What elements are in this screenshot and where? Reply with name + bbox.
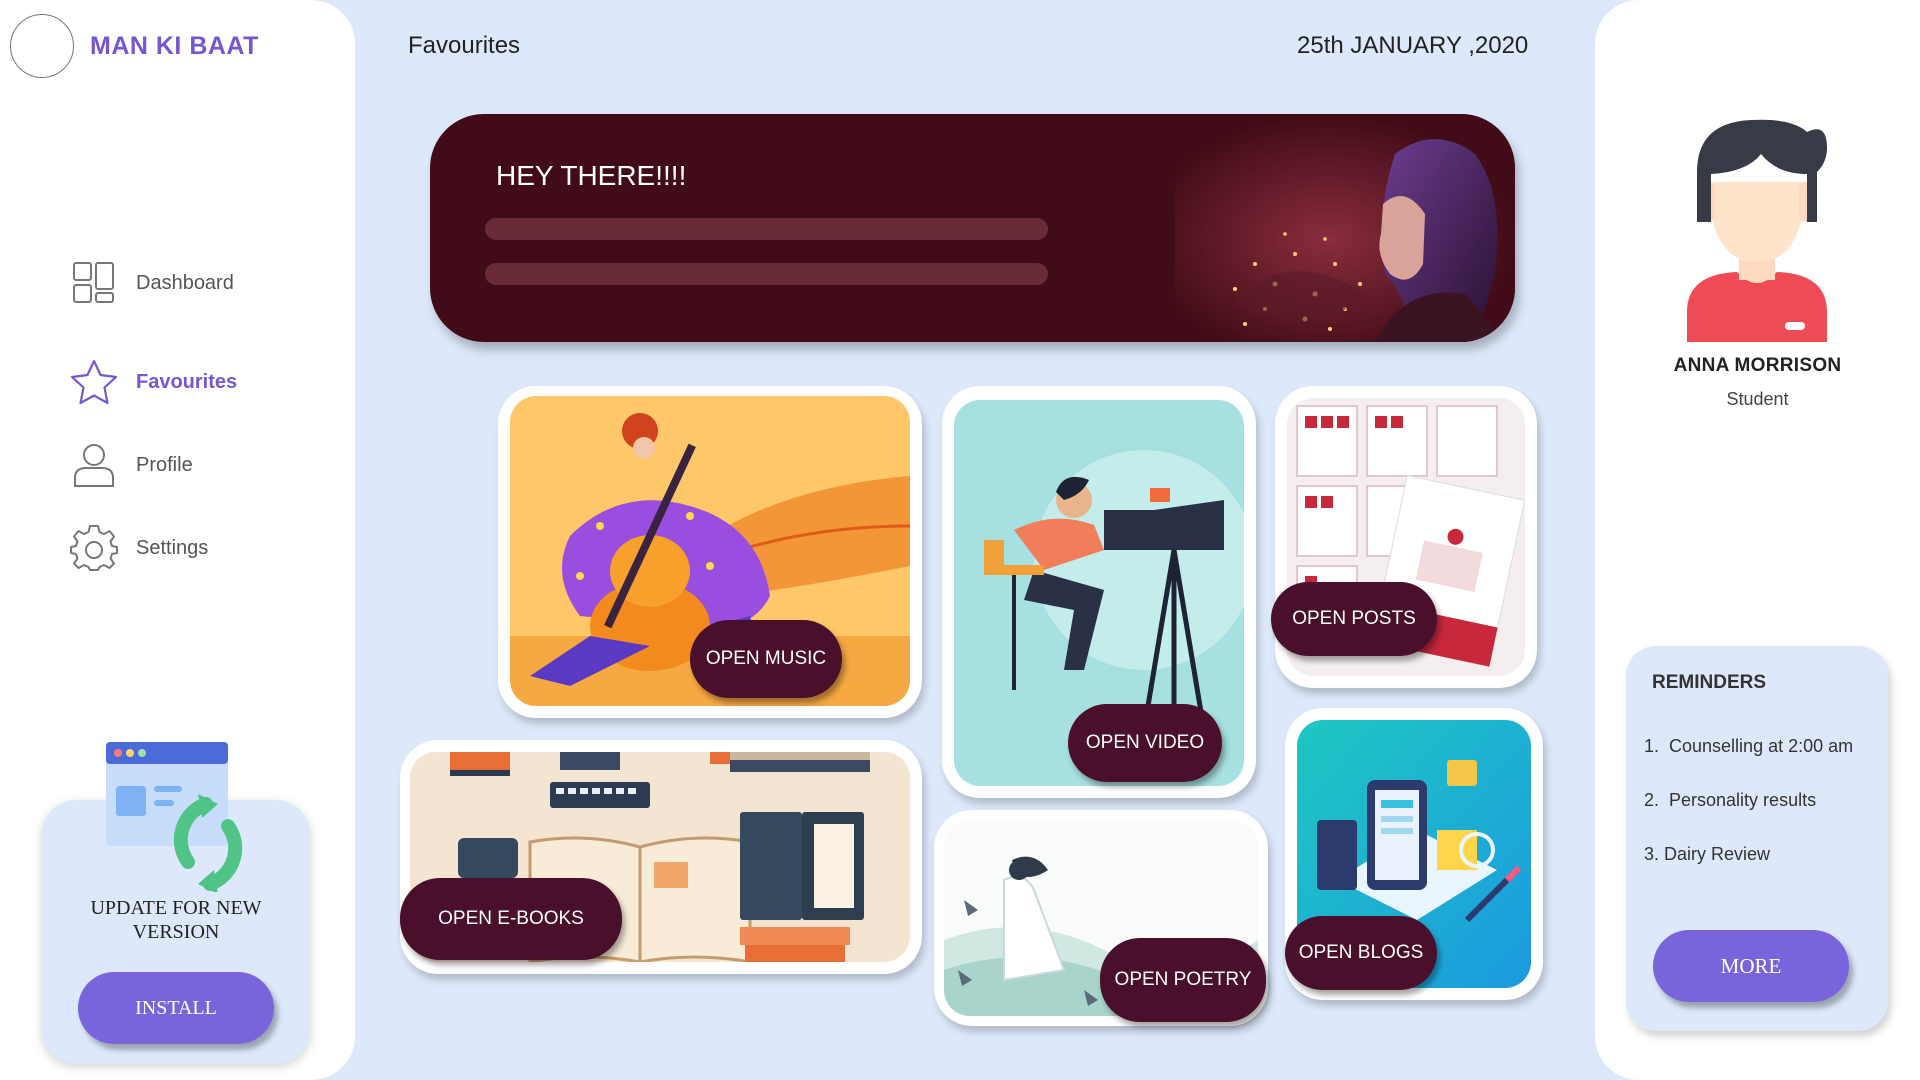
reminders-title: REMINDERS [1652,672,1767,693]
left-sidebar: MAN KI BAAT Dashboard Favourites Profile… [0,0,355,1080]
nav-label-profile: Profile [136,453,193,476]
more-button[interactable]: MORE [1653,930,1849,1002]
right-sidebar: ANNA MORRISON Student REMINDERS 1. Couns… [1595,0,1920,1080]
reminder-number: 1. [1644,736,1670,756]
ebooks-card[interactable]: OPEN E-BOOKS [400,740,922,974]
posts-card[interactable]: OPEN POSTS [1271,386,1537,688]
gear-icon [68,522,120,574]
open-video-button[interactable]: OPEN VIDEO [1068,704,1222,782]
nav-item-settings[interactable]: Settings [68,520,328,576]
reminder-item[interactable]: 3. Dairy Review [1644,844,1770,865]
reminder-text: Dairy Review [1664,844,1771,864]
page-date: 25th JANUARY ,2020 [1297,32,1529,59]
avatar[interactable] [1677,112,1837,347]
reminder-item[interactable]: 2. Personality results [1644,790,1816,811]
reminder-text: Personality results [1669,790,1817,810]
nav-label-dashboard: Dashboard [136,271,234,294]
user-icon [68,439,120,491]
blogs-card[interactable]: OPEN BLOGS [1285,708,1543,1000]
update-message: UPDATE FOR NEW VERSION [90,897,262,943]
open-ebooks-button[interactable]: OPEN E-BOOKS [400,878,622,960]
install-button[interactable]: INSTALL [78,972,274,1044]
update-card: UPDATE FOR NEW VERSION INSTALL [42,742,310,1064]
nav-item-dashboard[interactable]: Dashboard [68,255,328,311]
nav-item-favourites[interactable]: Favourites [68,354,328,410]
welcome-banner: HEY THERE!!!! [430,114,1515,342]
reminder-item[interactable]: 1. Counselling at 2:00 am [1644,736,1853,757]
banner-greeting: HEY THERE!!!! [496,160,687,191]
brand-logo[interactable] [10,14,74,78]
reminders-panel: REMINDERS 1. Counselling at 2:00 am 2. P… [1626,646,1888,1031]
banner-placeholder-line [485,263,1048,285]
open-posts-button[interactable]: OPEN POSTS [1271,582,1437,656]
nav-item-profile[interactable]: Profile [68,437,328,493]
poetry-card[interactable]: OPEN POETRY [934,810,1268,1026]
reminder-number: 2. [1644,790,1670,810]
update-illustration [106,742,266,897]
open-blogs-button[interactable]: OPEN BLOGS [1285,916,1437,990]
brand: MAN KI BAAT [10,14,259,78]
page-title: Favourites [408,32,521,59]
banner-illustration [1175,114,1515,342]
user-role: Student [1726,389,1789,409]
music-card[interactable]: OPEN MUSIC [498,386,922,718]
reminder-text: Counselling at 2:00 am [1669,736,1854,756]
video-card[interactable]: OPEN VIDEO [942,386,1256,798]
open-music-button[interactable]: OPEN MUSIC [690,620,842,698]
user-name: ANNA MORRISON [1673,355,1842,376]
open-poetry-button[interactable]: OPEN POETRY [1100,938,1266,1022]
nav-label-settings: Settings [136,536,209,559]
star-icon [68,356,120,408]
reminder-number: 3. [1644,844,1665,864]
dashboard-icon [68,257,120,309]
nav-label-favourites: Favourites [136,370,238,393]
brand-name: MAN KI BAAT [90,31,259,60]
banner-placeholder-line [485,218,1048,240]
